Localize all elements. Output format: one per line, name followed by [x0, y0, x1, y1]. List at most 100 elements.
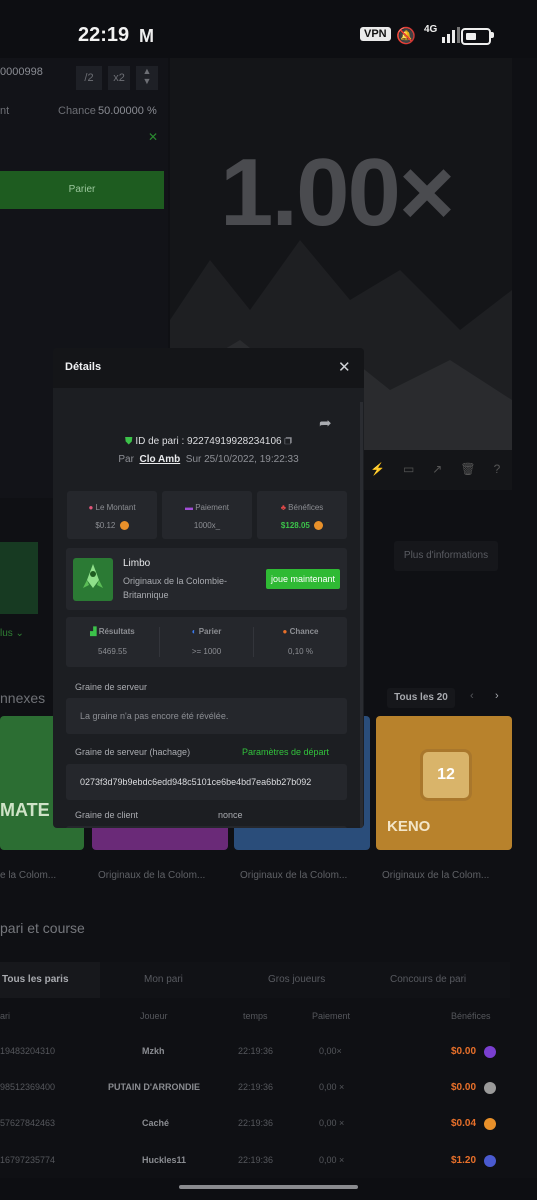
result-info: ▟ Résultats 5469.55 ◐ Parier >= 1000 ● C…: [66, 617, 347, 667]
time-cell: 22:19:36: [238, 1082, 274, 1092]
stat-label: ▬ Paiement: [184, 503, 230, 512]
close-icon[interactable]: ✕: [338, 358, 351, 376]
stat-label: ● Le Montant: [88, 503, 136, 512]
share-icon[interactable]: ➦: [319, 414, 332, 432]
battery-icon: [461, 28, 491, 45]
player-cell[interactable]: PUTAIN D'ARRONDIE: [108, 1082, 200, 1092]
stepper-icon[interactable]: ▲ ▼: [136, 66, 158, 90]
bet-amount-input[interactable]: 0000998: [0, 66, 43, 78]
tab-high-rollers[interactable]: Gros joueurs: [268, 974, 325, 985]
bet-id: 92274919928234106: [187, 436, 282, 447]
bets-section-title: pari et course: [0, 920, 85, 936]
player-cell[interactable]: Caché: [142, 1118, 169, 1128]
profit-cell: $0.00: [451, 1046, 477, 1057]
keno-badge: 12: [420, 749, 472, 801]
gmail-icon: M: [139, 26, 154, 46]
play-now-button[interactable]: joue maintenant: [266, 569, 340, 589]
payout-cell: 0,00 ×: [319, 1082, 345, 1092]
signal-icon: [442, 27, 460, 43]
bet-button[interactable]: Parier: [0, 171, 164, 209]
stat-value: $0.12: [67, 521, 157, 531]
chevron-left-icon[interactable]: ‹: [470, 690, 474, 702]
payout-cell: 0,00×: [319, 1046, 342, 1056]
card-subtitle: Originaux de la Colom...: [98, 870, 206, 881]
bet-label: nt: [0, 105, 10, 117]
column-header: ari: [0, 1011, 11, 1021]
server-seed-field[interactable]: La graine n'a pas encore été révélée.: [66, 698, 347, 734]
check-icon: ✕: [148, 130, 159, 144]
card-subtitle: e la Colom...: [0, 870, 57, 881]
time-cell: 22:19:36: [238, 1046, 274, 1056]
coin-icon: [484, 1046, 496, 1058]
bet-id-cell[interactable]: 57627842463: [0, 1118, 55, 1128]
bet-date: 25/10/2022, 19:22:33: [204, 454, 299, 465]
tab-all-bets[interactable]: Tous les paris: [0, 962, 100, 998]
target-col: ◐ Parier >= 1000: [191, 627, 222, 656]
coin-icon: [484, 1155, 496, 1167]
bet-author-row: Par Clo Amb Sur 25/10/2022, 19:22:33: [53, 454, 364, 465]
shield-icon: ⛊: [125, 436, 133, 447]
bet-id-cell[interactable]: 19483204310: [0, 1046, 55, 1056]
stat-amount: ● Le Montant $0.12: [67, 491, 157, 539]
stat-value: 1000x_: [193, 521, 221, 530]
stat-label: ♣ Bénéfices: [280, 503, 324, 512]
time-cell: 22:19:36: [238, 1118, 274, 1128]
stat-profit: ♣ Bénéfices $128.05: [257, 491, 347, 539]
profit-cell: $1.20: [451, 1155, 477, 1166]
chance-col: ● Chance 0,10 %: [282, 627, 319, 656]
user-link[interactable]: Clo Amb: [139, 454, 180, 465]
more-dropdown[interactable]: lus ⌄: [0, 628, 24, 639]
player-cell[interactable]: Huckles11: [142, 1155, 186, 1165]
bet-id-row: ⛊ ID de pari : 92274919928234106 ❐: [53, 436, 364, 447]
game-toolbar-icons[interactable]: ⚡▭↗🗑?: [370, 462, 518, 476]
modal-title: Détails: [65, 361, 102, 373]
server-hash-label: Graine de serveur (hachage): [75, 747, 191, 757]
tab-contest[interactable]: Concours de pari: [390, 974, 466, 985]
column-header: Paiement: [312, 1011, 351, 1021]
vpn-icon: VPN: [360, 27, 391, 41]
game-info: Limbo Originaux de la Colombie-Britanniq…: [66, 548, 347, 610]
by-label: Par: [118, 454, 134, 465]
client-seed-label: Graine de client: [75, 810, 139, 820]
chance-value[interactable]: 50.00000 %: [98, 105, 157, 117]
multiplier-display: 1.00×: [220, 139, 455, 246]
clock: 22:19: [78, 24, 130, 46]
limbo-thumbnail[interactable]: [0, 542, 38, 614]
column-header: Joueur: [140, 1011, 168, 1021]
card-title-mate: MATE: [0, 800, 50, 820]
limbo-thumbnail[interactable]: [73, 558, 113, 601]
bet-id-cell[interactable]: 98512369400: [0, 1082, 55, 1092]
bet-id-label: ID de pari :: [135, 436, 185, 447]
double-button[interactable]: x2: [108, 66, 130, 90]
all-games-button[interactable]: Tous les 20: [387, 688, 455, 708]
client-seed-field[interactable]: [66, 826, 347, 828]
card-subtitle: Originaux de la Colom...: [382, 870, 490, 881]
profit-cell: $0.00: [451, 1082, 477, 1093]
bet-id-cell[interactable]: 16797235774: [0, 1155, 55, 1165]
stat-value: $128.05: [257, 521, 347, 531]
chance-label: Chance: [58, 105, 96, 117]
server-seed-label: Graine de serveur: [75, 682, 148, 692]
nonce-label: nonce: [218, 810, 243, 820]
section-title-annexes: nnexes: [0, 690, 46, 706]
battery-tip: [491, 32, 494, 38]
payout-cell: 0,00 ×: [319, 1155, 345, 1165]
coin-icon: [484, 1118, 496, 1130]
chevron-right-icon[interactable]: ›: [495, 690, 499, 702]
server-hash-field[interactable]: 0273f3d79b9ebdc6edd948c5101ce6be4bd7ea6b…: [66, 764, 347, 800]
more-info-button[interactable]: Plus d'informations: [394, 541, 498, 571]
payout-cell: 0,00 ×: [319, 1118, 345, 1128]
halve-button[interactable]: /2: [76, 66, 102, 90]
tab-my-bets[interactable]: Mon pari: [144, 974, 183, 985]
start-params-link[interactable]: Paramètres de départ: [242, 747, 329, 757]
navigation-bar: [0, 1178, 537, 1200]
mute-icon: 🔕: [396, 28, 416, 45]
player-cell[interactable]: Mzkh: [142, 1046, 165, 1056]
copy-icon[interactable]: ❐: [284, 436, 292, 447]
game-origin: Originaux de la Colombie-Britannique: [123, 576, 228, 600]
column-header: Bénéfices: [451, 1011, 491, 1021]
home-indicator[interactable]: [179, 1185, 358, 1189]
modal-scrollbar[interactable]: [360, 402, 363, 828]
profit-cell: $0.04: [451, 1118, 477, 1129]
card-title-keno: KENO: [387, 818, 431, 835]
